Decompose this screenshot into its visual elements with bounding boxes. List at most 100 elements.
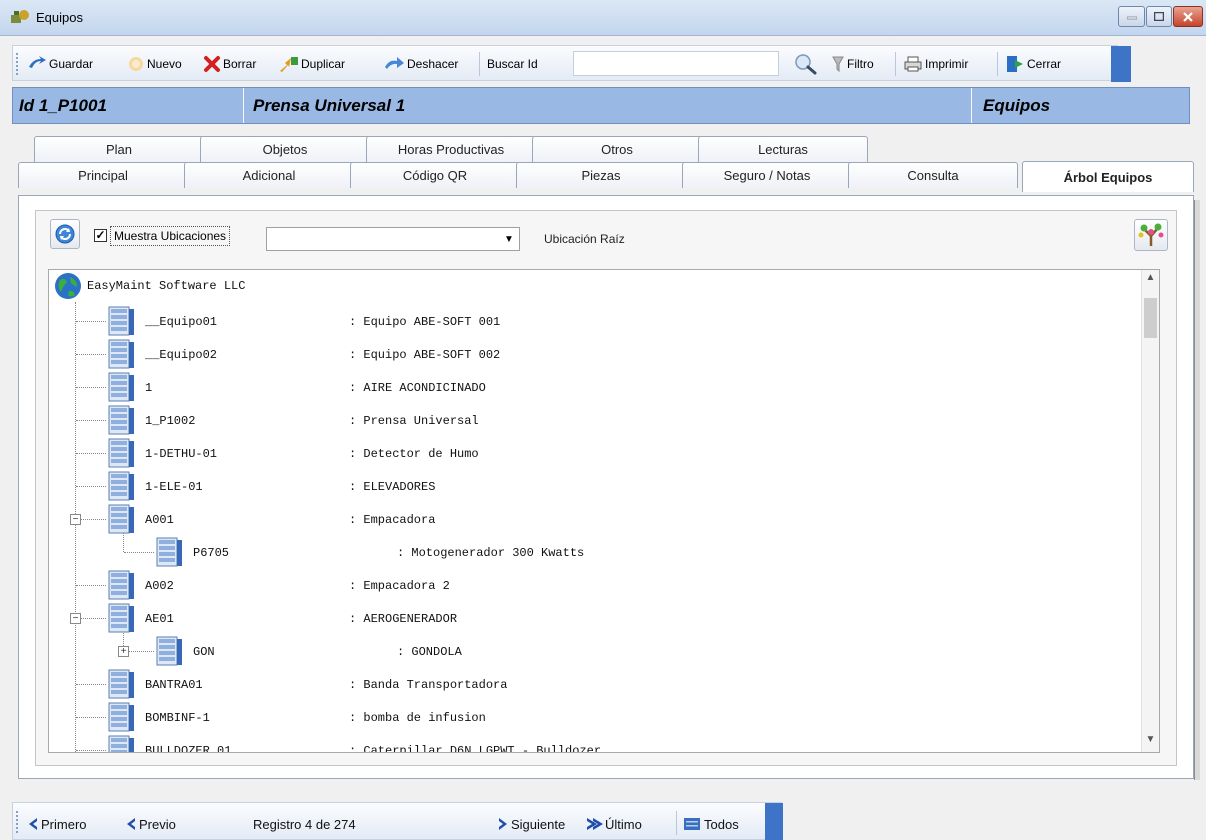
primero-button[interactable]: Primero xyxy=(25,812,87,836)
refresh-icon xyxy=(55,224,75,244)
equipment-icon xyxy=(108,471,134,501)
list-icon xyxy=(684,818,700,830)
tab-otros[interactable]: Otros xyxy=(532,136,702,162)
tree-row[interactable]: 1 : AIRE ACONDICINADO xyxy=(49,372,1143,404)
tab-arbol-equipos[interactable]: Árbol Equipos xyxy=(1022,161,1194,192)
tree-item-code: P6705 xyxy=(193,546,230,560)
equipment-icon xyxy=(108,372,134,402)
equipment-icon xyxy=(156,537,182,567)
duplicar-button[interactable]: Duplicar xyxy=(279,52,345,76)
todos-button[interactable]: Todos xyxy=(683,812,739,836)
tab-objetos[interactable]: Objetos xyxy=(200,136,370,162)
tab-principal[interactable]: Principal xyxy=(18,162,188,188)
tree-row[interactable]: P6705 : Motogenerador 300 Kwatts xyxy=(49,537,1143,569)
tab-adicional[interactable]: Adicional xyxy=(184,162,354,188)
tab-horas-productivas[interactable]: Horas Productivas xyxy=(366,136,536,162)
guardar-button[interactable]: Guardar xyxy=(27,52,93,76)
tree-connector xyxy=(76,420,106,421)
tab-plan[interactable]: Plan xyxy=(34,136,204,162)
tree-row[interactable]: 1-DETHU-01 : Detector de Humo xyxy=(49,438,1143,470)
tree-item-code: 1 xyxy=(145,381,153,395)
todos-label: Todos xyxy=(704,816,739,832)
tree-item-code: 1-DETHU-01 xyxy=(145,447,218,461)
equipment-icon xyxy=(108,405,134,435)
tree-connector xyxy=(76,585,106,586)
tree-row[interactable]: A002 : Empacadora 2 xyxy=(49,570,1143,602)
tree-item-code: A002 xyxy=(145,579,174,593)
toolbar-separator xyxy=(997,52,998,76)
cerrar-button[interactable]: Cerrar xyxy=(1005,52,1061,76)
minimize-icon xyxy=(1126,16,1137,19)
record-id: Id 1_P1001 xyxy=(19,95,107,115)
tab-seguro-notas[interactable]: Seguro / Notas xyxy=(682,162,852,188)
nuevo-button[interactable]: Nuevo xyxy=(127,52,182,76)
equipment-icon xyxy=(156,636,182,666)
tree-item-code: BANTRA01 xyxy=(145,678,203,692)
tree-connector xyxy=(76,684,106,685)
tree-row[interactable]: 1_P1002 : Prensa Universal xyxy=(49,405,1143,437)
siguiente-button[interactable]: Siguiente xyxy=(495,812,565,836)
tree-row[interactable]: + GON : GONDOLA xyxy=(49,636,1143,668)
tree-row[interactable]: BANTRA01 : Banda Transportadora xyxy=(49,669,1143,701)
tree-row[interactable]: __Equipo01 : Equipo ABE-SOFT 001 xyxy=(49,306,1143,338)
tree-row[interactable]: − AE01 : AEROGENERADOR xyxy=(49,603,1143,635)
tree-scrollbar[interactable]: ▲ ▼ xyxy=(1141,270,1159,752)
tree-item-code: BULLDOZER 01 xyxy=(145,744,232,753)
buscar-id-label: Buscar Id xyxy=(487,52,538,76)
scroll-down-icon[interactable]: ▼ xyxy=(1142,734,1159,750)
borrar-button[interactable]: Borrar xyxy=(203,52,256,76)
tab-lecturas[interactable]: Lecturas xyxy=(698,136,868,162)
show-locations-checkbox[interactable]: ✓ xyxy=(94,229,107,242)
collapse-toggle[interactable]: − xyxy=(70,514,81,525)
guardar-label: Guardar xyxy=(49,57,94,71)
chevron-down-icon[interactable]: ▼ xyxy=(499,228,519,250)
scroll-up-icon[interactable]: ▲ xyxy=(1142,272,1159,288)
navbar-grip[interactable] xyxy=(16,811,18,833)
minimize-button[interactable] xyxy=(1118,6,1145,27)
tree-item-code: A001 xyxy=(145,513,174,527)
refresh-button[interactable] xyxy=(50,219,80,249)
tree-item-desc: : Equipo ABE-SOFT 002 xyxy=(349,348,501,362)
toolbar: Guardar Nuevo Borrar Duplicar Deshacer B… xyxy=(12,45,1131,82)
deshacer-button[interactable]: Deshacer xyxy=(383,52,458,76)
filtro-button[interactable]: Filtro xyxy=(831,52,874,76)
scroll-thumb[interactable] xyxy=(1144,298,1157,338)
tree-row[interactable]: 1-ELE-01 : ELEVADORES xyxy=(49,471,1143,503)
tree-view-button[interactable] xyxy=(1134,219,1168,251)
tree-connector xyxy=(76,717,106,718)
ultimo-button[interactable]: Último xyxy=(585,812,642,836)
tree-root[interactable]: EasyMaint Software LLC xyxy=(49,270,1143,302)
record-name: Prensa Universal 1 xyxy=(253,95,406,115)
buscar-id-input[interactable] xyxy=(573,51,779,76)
navbar-end-cap xyxy=(765,803,783,840)
close-window-button[interactable] xyxy=(1173,6,1203,27)
tree-connector xyxy=(76,321,106,322)
tree-row[interactable]: __Equipo02 : Equipo ABE-SOFT 002 xyxy=(49,339,1143,371)
tab-codigo-qr[interactable]: Código QR xyxy=(350,162,520,188)
tree-row[interactable]: BOMBINF-1 : bomba de infusion xyxy=(49,702,1143,734)
expand-toggle[interactable]: + xyxy=(118,646,129,657)
navbar-separator xyxy=(676,811,677,835)
maximize-button[interactable] xyxy=(1146,6,1172,27)
previo-button[interactable]: Previo xyxy=(123,812,176,836)
tree-connector xyxy=(76,453,106,454)
location-select[interactable]: ▼ xyxy=(266,227,520,251)
imprimir-button[interactable]: Imprimir xyxy=(903,52,968,76)
toolbar-grip[interactable] xyxy=(16,53,18,75)
record-header: Id 1_P1001 Prensa Universal 1 Equipos xyxy=(12,87,1190,124)
tree-connector xyxy=(76,486,106,487)
tab-consulta[interactable]: Consulta xyxy=(848,162,1018,188)
header-divider xyxy=(971,88,972,123)
toolbar-separator xyxy=(479,52,480,76)
buscar-id-text: Buscar Id xyxy=(487,57,538,71)
equipment-tree[interactable]: EasyMaint Software LLC __Equipo01 : Equi… xyxy=(48,269,1160,753)
chevron-right-icon xyxy=(587,818,603,830)
save-icon xyxy=(29,56,46,68)
tree-item-code: __Equipo02 xyxy=(145,348,218,362)
tab-piezas[interactable]: Piezas xyxy=(516,162,686,188)
tree-root-label: EasyMaint Software LLC xyxy=(87,279,246,293)
search-button[interactable] xyxy=(793,52,821,76)
tree-row[interactable]: BULLDOZER 01 : Caterpillar D6N LGPWT - B… xyxy=(49,735,1143,753)
collapse-toggle[interactable]: − xyxy=(70,613,81,624)
tree-row[interactable]: − A001 : Empacadora xyxy=(49,504,1143,536)
